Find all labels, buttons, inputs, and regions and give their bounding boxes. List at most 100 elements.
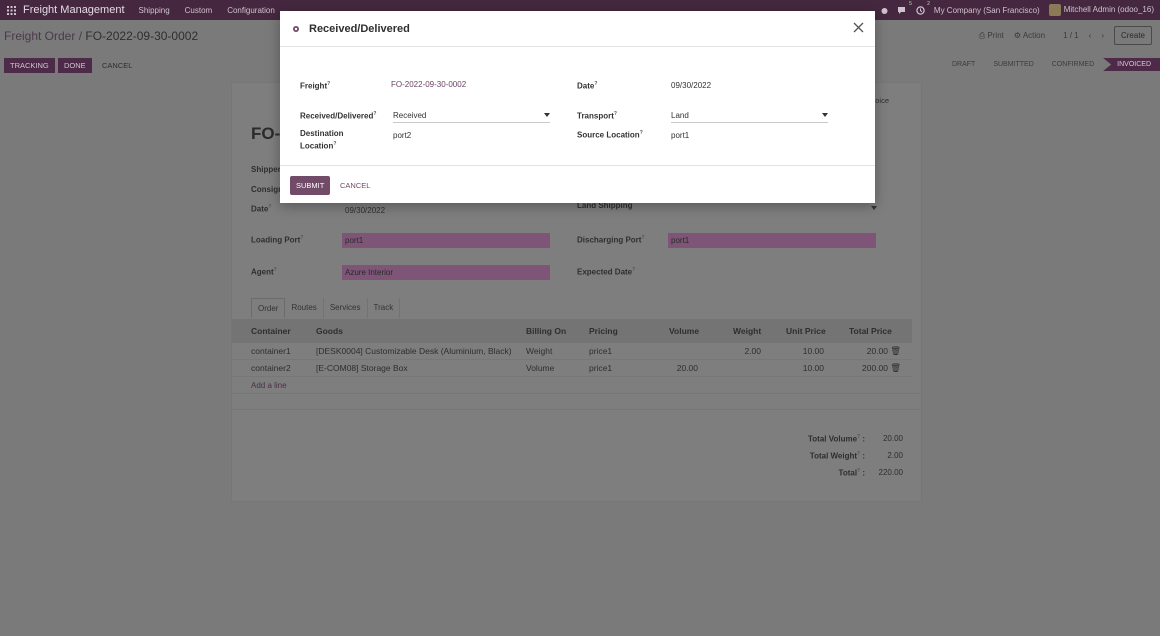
col-billing-on[interactable]: Billing On bbox=[526, 326, 566, 336]
col-goods[interactable]: Goods bbox=[316, 326, 343, 336]
col-pricing[interactable]: Pricing bbox=[589, 326, 618, 336]
activity-clock-icon[interactable]: 2 bbox=[916, 1, 930, 15]
trash-icon[interactable]: 🗑 bbox=[890, 346, 901, 357]
freight-label: Freight? bbox=[300, 81, 331, 91]
stage-invoiced[interactable]: INVOICED bbox=[1103, 58, 1160, 71]
action-button[interactable]: ⚙ Action bbox=[1014, 31, 1045, 40]
tracking-button[interactable]: TRACKING bbox=[4, 58, 55, 73]
col-unit-price[interactable]: Unit Price bbox=[786, 326, 826, 336]
cell-pricing: price1 bbox=[589, 363, 613, 373]
expected-date-label: Expected Date? bbox=[577, 267, 636, 277]
total-label-text: Total bbox=[838, 468, 858, 478]
total-weight-value: 2.00 bbox=[887, 451, 903, 460]
stage-draft[interactable]: DRAFT bbox=[943, 58, 984, 71]
tab-track[interactable]: Track bbox=[368, 298, 401, 318]
freight-link[interactable]: FO-2022-09-30-0002 bbox=[391, 80, 466, 89]
col-total-price[interactable]: Total Price bbox=[849, 326, 892, 336]
destination-location-label: Destination Location? bbox=[300, 129, 344, 151]
create-button[interactable]: Create bbox=[1113, 26, 1152, 45]
cell-goods: [E-COM08] Storage Box bbox=[316, 363, 408, 373]
total-value: 220.00 bbox=[878, 468, 903, 477]
tab-services[interactable]: Services bbox=[324, 298, 368, 318]
total-weight-label: Total Weight? : bbox=[809, 450, 865, 461]
add-line-link[interactable]: Add a line bbox=[251, 381, 287, 390]
loading-port-label: Loading Port? bbox=[251, 235, 304, 245]
menu-shipping[interactable]: Shipping bbox=[139, 6, 170, 15]
date-value[interactable]: 09/30/2022 bbox=[345, 206, 385, 215]
received-delivered-label: Received/Delivered? bbox=[300, 111, 377, 121]
app-brand[interactable]: Freight Management bbox=[23, 4, 125, 16]
activity-badge: 2 bbox=[927, 0, 930, 7]
cancel-order-button[interactable]: CANCEL bbox=[96, 58, 138, 73]
messages-badge: 5 bbox=[909, 0, 912, 7]
transport-select[interactable]: Land bbox=[671, 109, 828, 123]
user-menu[interactable]: Mitchell Admin (odoo_16) bbox=[1048, 4, 1154, 16]
loading-port-field[interactable]: port1 bbox=[342, 233, 550, 248]
apps-grid-icon[interactable] bbox=[1, 0, 21, 20]
dialog-title: Received/Delivered bbox=[309, 22, 410, 35]
stage-submitted[interactable]: SUBMITTED bbox=[984, 58, 1042, 71]
breadcrumb-parent[interactable]: Freight Order bbox=[4, 29, 75, 43]
pager-prev-icon[interactable]: ‹ bbox=[1089, 31, 1092, 40]
col-volume[interactable]: Volume bbox=[669, 326, 699, 336]
table-footer bbox=[232, 393, 921, 410]
total-volume-label-text: Total Volume bbox=[808, 434, 858, 444]
dialog-header: Received/Delivered bbox=[280, 11, 875, 47]
cell-total-price: 20.00 bbox=[866, 346, 888, 356]
cell-billing-on: Volume bbox=[526, 363, 555, 373]
discharging-port-label-text: Discharging Port bbox=[577, 235, 642, 245]
agent-label-text: Agent bbox=[251, 267, 274, 277]
messages-icon[interactable]: 5 bbox=[897, 1, 912, 15]
pager-next-icon[interactable]: › bbox=[1101, 31, 1104, 40]
destination-location-value[interactable]: port2 bbox=[393, 131, 411, 140]
transport-label-text: Transport bbox=[577, 111, 614, 121]
agent-label: Agent? bbox=[251, 267, 277, 277]
done-button[interactable]: DONE bbox=[58, 58, 92, 73]
source-location-value[interactable]: port1 bbox=[671, 131, 689, 140]
destination-label-line2: Location bbox=[300, 141, 334, 151]
total-weight-row: Total Weight? : 2.00 bbox=[808, 447, 903, 464]
total-volume-label: Total Volume? : bbox=[808, 433, 865, 444]
total-volume-row: Total Volume? : 20.00 bbox=[808, 430, 903, 447]
trash-icon[interactable]: 🗑 bbox=[890, 363, 901, 374]
cell-goods: [DESK0004] Customizable Desk (Aluminium,… bbox=[316, 346, 512, 356]
pager-value[interactable]: 1 / 1 bbox=[1063, 31, 1079, 40]
total-row: Total? : 220.00 bbox=[808, 464, 903, 481]
cell-pricing: price1 bbox=[589, 346, 613, 356]
freight-label-text: Freight bbox=[300, 81, 328, 91]
cell-container: container2 bbox=[251, 363, 291, 373]
cancel-button[interactable]: CANCEL bbox=[340, 176, 370, 195]
table-header: Container Goods Billing On Pricing Volum… bbox=[232, 319, 912, 343]
table-row[interactable]: container2 [E-COM08] Storage Box Volume … bbox=[232, 360, 912, 377]
print-button[interactable]: ⎙ Print bbox=[979, 31, 1004, 41]
tab-routes[interactable]: Routes bbox=[285, 298, 324, 318]
table-row[interactable]: container1 [DESK0004] Customizable Desk … bbox=[232, 343, 912, 360]
cell-total-price: 200.00 bbox=[862, 363, 888, 373]
close-icon[interactable] bbox=[852, 21, 865, 34]
user-avatar bbox=[1048, 4, 1061, 16]
col-container[interactable]: Container bbox=[251, 326, 291, 336]
received-delivered-value: Received bbox=[393, 111, 427, 120]
menu-custom[interactable]: Custom bbox=[185, 6, 213, 15]
cell-container: container1 bbox=[251, 346, 291, 356]
source-location-label-text: Source Location bbox=[577, 130, 640, 140]
received-delivered-select[interactable]: Received bbox=[393, 109, 550, 123]
stage-confirmed[interactable]: CONFIRMED bbox=[1043, 58, 1103, 71]
cell-volume: 20.00 bbox=[676, 363, 698, 373]
dialog-footer: SUBMIT CANCEL bbox=[280, 165, 875, 203]
tab-order[interactable]: Order bbox=[251, 298, 286, 318]
col-weight[interactable]: Weight bbox=[733, 326, 761, 336]
date-field-value[interactable]: 09/30/2022 bbox=[671, 81, 711, 90]
menu-configuration[interactable]: Configuration bbox=[227, 6, 275, 15]
cell-unit-price: 10.00 bbox=[802, 363, 824, 373]
bug-icon[interactable] bbox=[880, 6, 889, 15]
discharging-port-field[interactable]: port1 bbox=[668, 233, 876, 248]
invoice-smart-button[interactable]: oice bbox=[875, 96, 889, 105]
submit-button[interactable]: SUBMIT bbox=[290, 176, 331, 195]
land-shipping-caret-icon[interactable] bbox=[871, 206, 877, 210]
record-title: FO- bbox=[251, 124, 281, 143]
agent-field[interactable]: Azure Interior bbox=[342, 265, 550, 280]
company-switcher[interactable]: My Company (San Francisco) bbox=[934, 6, 1040, 15]
chevron-down-icon bbox=[822, 113, 828, 117]
order-lines-table: Container Goods Billing On Pricing Volum… bbox=[232, 319, 912, 377]
